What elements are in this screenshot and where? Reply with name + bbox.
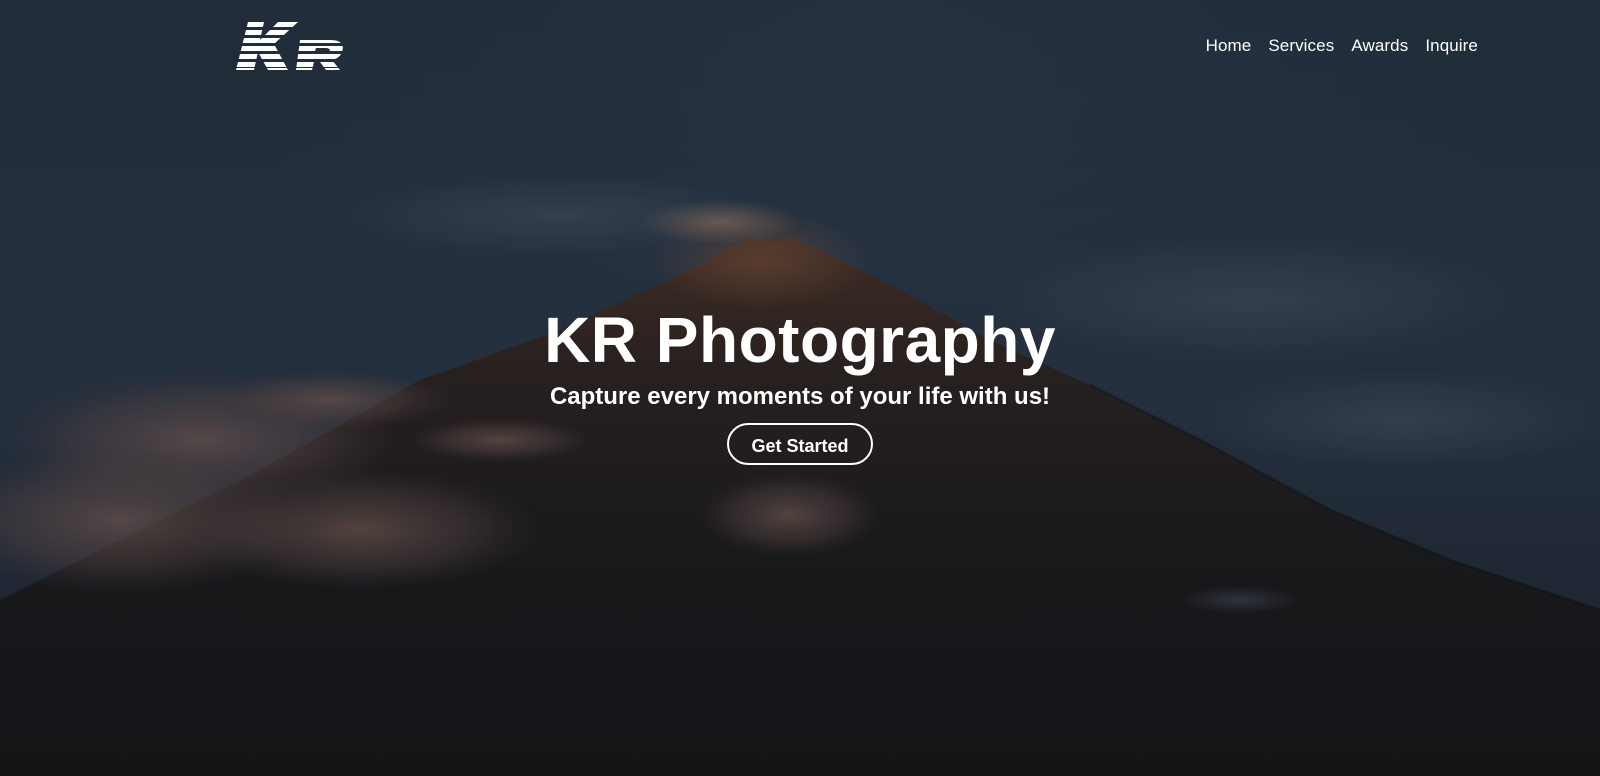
brand-logo[interactable]	[234, 20, 350, 72]
nav-link-services[interactable]: Services	[1268, 36, 1334, 56]
get-started-button[interactable]: Get Started	[727, 423, 873, 465]
site-header: Home Services Awards Inquire	[0, 0, 1600, 96]
nav-link-home[interactable]: Home	[1206, 36, 1252, 56]
hero-title: KR Photography	[544, 304, 1056, 376]
hero-section: Home Services Awards Inquire KR Photogra…	[0, 0, 1600, 776]
hero-subtitle: Capture every moments of your life with …	[549, 383, 1051, 410]
nav-link-inquire[interactable]: Inquire	[1425, 36, 1478, 56]
hero-content: KR Photography Capture every moments of …	[0, 302, 1600, 465]
nav-link-awards[interactable]: Awards	[1351, 36, 1408, 56]
main-nav: Home Services Awards Inquire	[1206, 36, 1478, 56]
kr-logo-icon	[236, 22, 343, 70]
